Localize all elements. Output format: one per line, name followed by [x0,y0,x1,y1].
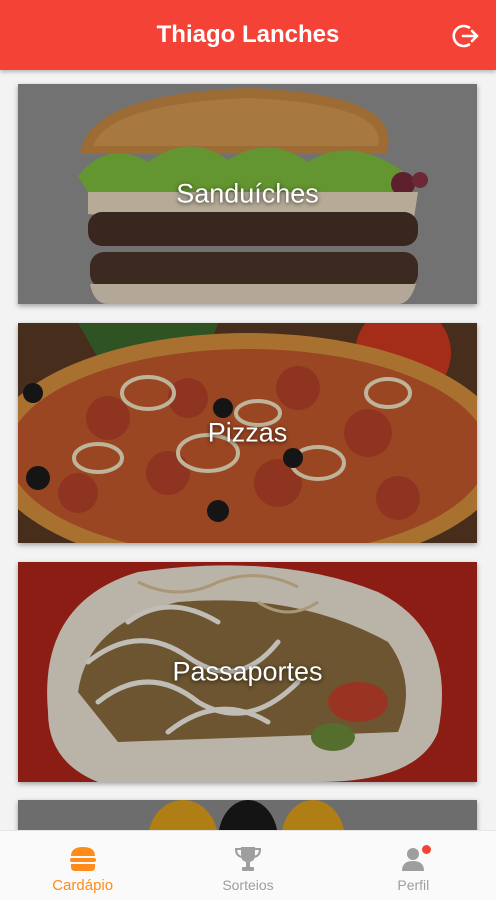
menu-list: Sanduíches Pizzas Passaportes [0,70,496,830]
app-title: Thiago Lanches [156,21,340,48]
nav-item-cardapio[interactable]: Cardápio [0,831,165,900]
category-card-pizzas[interactable]: Pizzas [18,323,477,543]
category-card-passaportes[interactable]: Passaportes [18,562,477,782]
category-label: Pizzas [207,417,288,448]
bottom-navigation: Cardápio Sorteios Perfil [0,830,496,900]
burger-icon [69,847,96,871]
app-bar: Thiago Lanches [0,0,496,70]
nav-label: Perfil [397,877,430,893]
nav-item-perfil[interactable]: Perfil [331,831,496,900]
category-label: Sanduíches [176,178,319,209]
nav-item-sorteios[interactable]: Sorteios [165,831,330,900]
nav-label: Sorteios [222,877,274,893]
trophy-icon [234,847,261,871]
notification-dot [422,845,432,854]
nav-label: Cardápio [52,877,114,894]
app-root: Thiago Lanches Sanduíches Pizzas Passapo… [0,0,496,900]
category-card-partial[interactable] [18,800,477,830]
category-card-sanduiches[interactable]: Sanduíches [18,84,477,304]
category-label: Passaportes [172,656,323,687]
logout-icon[interactable] [452,22,480,50]
